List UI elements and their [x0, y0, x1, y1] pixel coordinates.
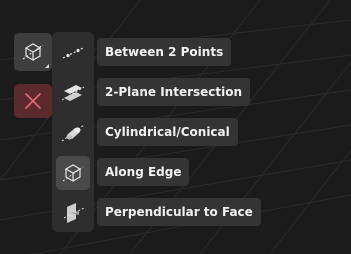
- menu-item-cylindrical-conical[interactable]: Cylindrical/Conical: [97, 118, 238, 146]
- menu-item-icon-2[interactable]: [56, 76, 90, 110]
- menu-item-perpendicular-to-face[interactable]: Perpendicular to Face: [97, 198, 261, 226]
- plane-intersection-icon: [61, 85, 85, 101]
- cylinder-axis-icon: [61, 124, 85, 142]
- menu-item-icon-3[interactable]: [56, 116, 90, 150]
- close-icon: [25, 93, 41, 109]
- menu-item-icon-5[interactable]: [56, 196, 90, 230]
- dropdown-indicator-icon: [45, 64, 49, 68]
- menu-item-between-2-points[interactable]: Between 2 Points: [97, 38, 232, 66]
- two-points-line-icon: [62, 47, 84, 59]
- menu-item-2-plane-intersection[interactable]: 2-Plane Intersection: [97, 78, 251, 106]
- menu-item-icon-4[interactable]: [56, 156, 90, 190]
- menu-item-icon-1[interactable]: [56, 36, 90, 70]
- menu-item-along-edge[interactable]: Along Edge: [97, 158, 190, 186]
- close-button[interactable]: [14, 84, 52, 118]
- box-edge-icon: [62, 164, 84, 183]
- perpendicular-face-icon: [63, 203, 85, 223]
- axis-tool-button[interactable]: [14, 33, 52, 71]
